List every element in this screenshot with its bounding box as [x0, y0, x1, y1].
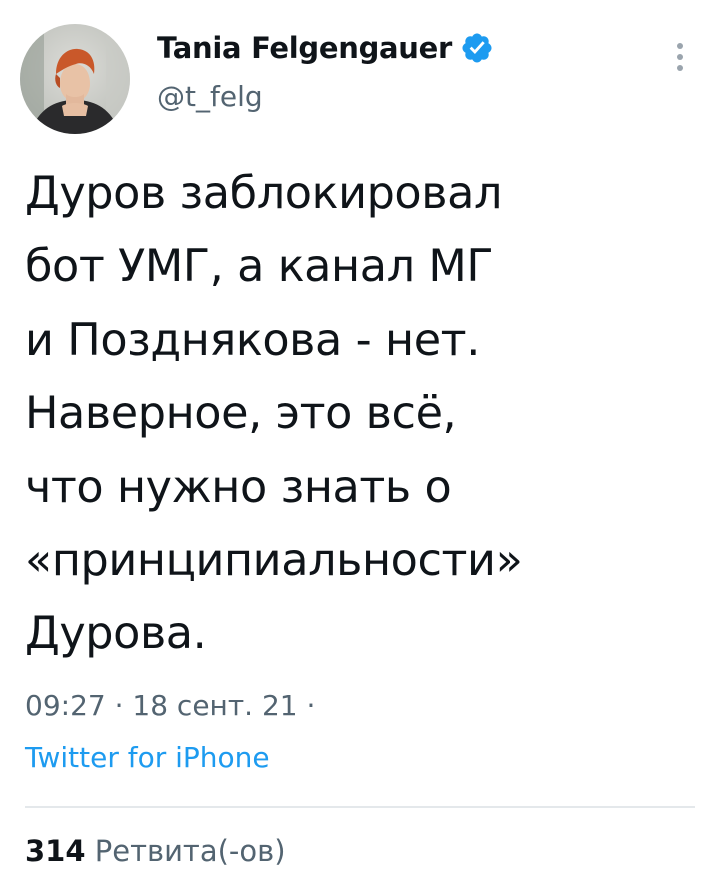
- avatar[interactable]: [20, 24, 130, 134]
- divider: [25, 806, 695, 808]
- retweet-stats[interactable]: 314 Ретвита(-ов): [25, 834, 286, 868]
- author-handle[interactable]: @t_felg: [157, 80, 263, 113]
- retweet-label: Ретвита(-ов): [94, 834, 286, 868]
- tweet-source-link[interactable]: Twitter for iPhone: [25, 741, 270, 774]
- tweet-timestamp[interactable]: 09:27 · 18 сент. 21 ·: [25, 689, 315, 722]
- profile-photo-icon: [20, 24, 130, 134]
- tweet-text: Дуров заблокировал бот УМГ, а канал МГ и…: [25, 168, 523, 660]
- author-display-name[interactable]: Tania Felgengauer: [157, 31, 452, 65]
- retweet-count: 314: [25, 834, 86, 868]
- verified-badge-icon: [460, 31, 494, 65]
- more-options-icon[interactable]: [668, 40, 692, 80]
